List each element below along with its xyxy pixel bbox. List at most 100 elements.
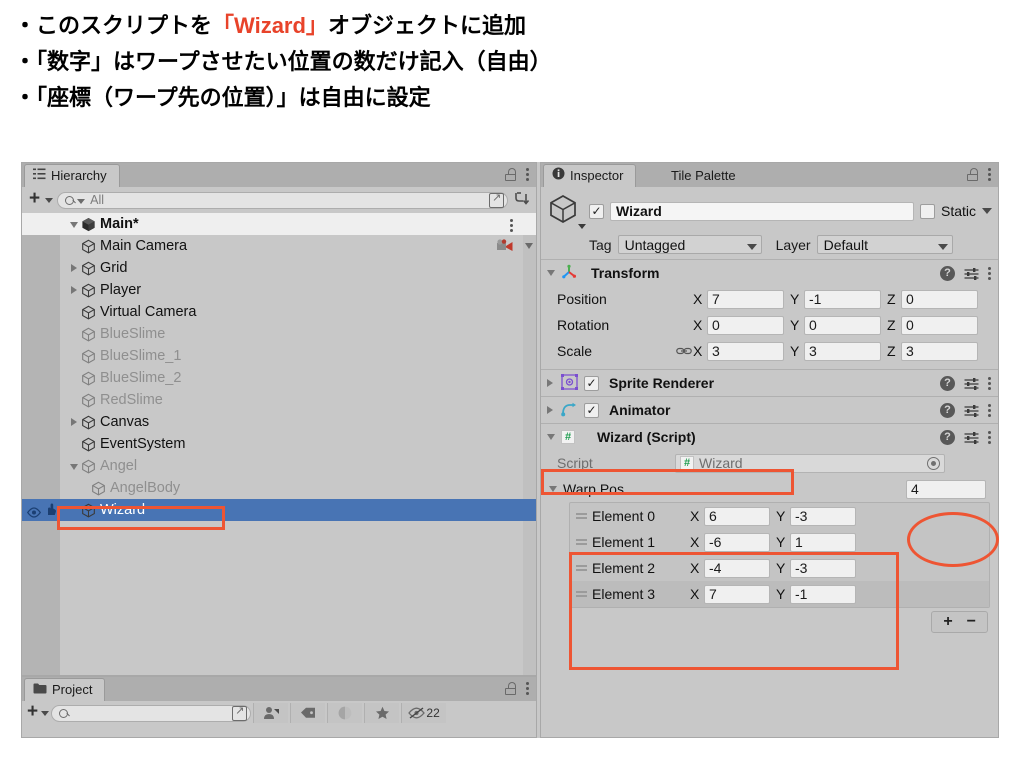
inspector-kebab-icon[interactable] [988, 166, 992, 183]
hierarchy-item-angel[interactable]: Angel [22, 455, 536, 477]
transform-scale-z-input[interactable]: 3 [901, 341, 978, 361]
hierarchy-item-blueslime-1[interactable]: BlueSlime_1 [22, 345, 536, 367]
static-chevron-down-icon[interactable] [982, 208, 992, 214]
hierarchy-item-grid[interactable]: Grid [22, 257, 536, 279]
project-add-button[interactable]: + [24, 702, 39, 724]
drag-handle-icon[interactable] [576, 563, 592, 574]
array-element-row[interactable]: Element 2 X -4 Y -3 [570, 555, 989, 581]
array-element-row[interactable]: Element 1 X -6 Y 1 [570, 529, 989, 555]
root-twisty-down-icon[interactable] [68, 213, 80, 235]
twisty-down-icon[interactable] [68, 455, 80, 477]
hierarchy-item-wizard[interactable]: Wizard [22, 499, 536, 521]
array-remove-button[interactable]: − [967, 613, 976, 631]
inspector-lock-icon[interactable] [967, 168, 978, 181]
twisty-right-icon[interactable] [68, 257, 80, 279]
array-element-row[interactable]: Element 3 X 7 Y -1 [570, 581, 989, 607]
pickability-hand-icon[interactable] [44, 502, 58, 517]
hierarchy-tree[interactable]: Main* Main Camera Grid Player Virtual Camer… [22, 213, 536, 675]
transform-rotation-z-input[interactable]: 0 [901, 315, 978, 335]
component-header[interactable]: ✓ Sprite Renderer? [541, 370, 998, 396]
script-twisty-down-icon[interactable] [547, 434, 555, 440]
component-enabled-checkbox[interactable]: ✓ [584, 375, 599, 391]
sort-icon[interactable] [512, 191, 532, 209]
script-object-field[interactable]: # Wizard [675, 453, 945, 473]
component-preset-icon[interactable] [964, 377, 979, 390]
project-search-expand-icon[interactable] [232, 704, 248, 721]
script-preset-icon[interactable] [964, 431, 979, 444]
hierarchy-item-player[interactable]: Player [22, 279, 536, 301]
project-search-input[interactable] [51, 704, 252, 722]
warp-pos-twisty-down-icon[interactable] [549, 486, 557, 492]
tab-hierarchy[interactable]: Hierarchy [24, 164, 120, 187]
transform-position-y-input[interactable]: -1 [804, 289, 881, 309]
hierarchy-root-row[interactable]: Main* [22, 213, 536, 235]
component-preset-icon[interactable] [964, 404, 979, 417]
gameobject-icon[interactable] [547, 193, 586, 229]
hierarchy-item-blueslime-2[interactable]: BlueSlime_2 [22, 367, 536, 389]
transform-header[interactable]: Transform ? [541, 260, 998, 286]
array-add-button[interactable]: + [943, 613, 952, 631]
hidden-assets-filter[interactable]: 22 [401, 703, 447, 723]
element-2-x-input[interactable]: -4 [704, 558, 770, 578]
project-kebab-icon[interactable] [526, 680, 530, 697]
element-2-y-input[interactable]: -3 [790, 558, 856, 578]
hierarchy-item-virtual-camera[interactable]: Virtual Camera [22, 301, 536, 323]
element-0-y-input[interactable]: -3 [790, 506, 856, 526]
uniform-scale-link-icon[interactable] [675, 344, 693, 359]
drag-handle-icon[interactable] [576, 589, 592, 600]
element-1-y-input[interactable]: 1 [790, 532, 856, 552]
hierarchy-search-input[interactable]: All [57, 191, 508, 209]
gameobject-name-input[interactable]: Wizard [610, 201, 914, 221]
element-3-x-input[interactable]: 7 [704, 584, 770, 604]
search-expand-icon[interactable] [489, 191, 504, 208]
wizard-script-header[interactable]: # Wizard (Script) ? [541, 424, 998, 450]
project-chevron-down-icon[interactable] [41, 710, 50, 716]
root-kebab-icon[interactable] [510, 217, 514, 234]
twisty-right-icon[interactable] [68, 411, 80, 433]
hierarchy-item-main-camera[interactable]: Main Camera [22, 235, 536, 257]
visibility-eye-icon[interactable] [26, 503, 42, 518]
transform-position-x-input[interactable]: 7 [707, 289, 784, 309]
script-kebab-icon[interactable] [988, 429, 992, 446]
hierarchy-item-blueslime[interactable]: BlueSlime [22, 323, 536, 345]
component-help-icon[interactable]: ? [940, 402, 955, 418]
transform-kebab-icon[interactable] [988, 265, 992, 282]
transform-scale-x-input[interactable]: 3 [707, 341, 784, 361]
component-kebab-icon[interactable] [988, 375, 992, 392]
script-object-picker-icon[interactable] [927, 456, 940, 470]
tag-dropdown[interactable]: Untagged [617, 235, 762, 254]
drag-handle-icon[interactable] [576, 511, 592, 522]
component-kebab-icon[interactable] [988, 402, 992, 419]
warp-pos-array-row[interactable]: Warp Pos 4 [541, 476, 998, 502]
component-twisty-right-icon[interactable] [547, 406, 553, 414]
search-scope-chevron-icon[interactable] [77, 198, 86, 204]
preset-icon[interactable] [964, 267, 979, 280]
element-3-y-input[interactable]: -1 [790, 584, 856, 604]
component-enabled-checkbox[interactable]: ✓ [584, 402, 599, 418]
layer-dropdown[interactable]: Default [816, 235, 953, 254]
warp-pos-size-input[interactable]: 4 [906, 479, 986, 499]
component-header[interactable]: ✓ Animator? [541, 397, 998, 423]
hierarchy-item-redslime[interactable]: RedSlime [22, 389, 536, 411]
tab-tile-palette[interactable]: Tile Palette [663, 165, 748, 187]
element-0-x-input[interactable]: 6 [704, 506, 770, 526]
element-1-x-input[interactable]: -6 [704, 532, 770, 552]
transform-rotation-y-input[interactable]: 0 [804, 315, 881, 335]
favorite-filter-icon[interactable] [364, 703, 400, 723]
label-filter-icon[interactable] [290, 703, 326, 723]
help-icon[interactable]: ? [940, 265, 955, 281]
twisty-right-icon[interactable] [68, 279, 80, 301]
transform-rotation-x-input[interactable]: 0 [707, 315, 784, 335]
static-checkbox[interactable] [919, 203, 935, 219]
transform-twisty-down-icon[interactable] [547, 270, 555, 276]
hierarchy-item-angelbody[interactable]: AngelBody [22, 477, 536, 499]
array-element-row[interactable]: Element 0 X 6 Y -3 [570, 503, 989, 529]
project-lock-icon[interactable] [505, 682, 516, 695]
tab-project[interactable]: Project [24, 678, 106, 701]
script-help-icon[interactable]: ? [940, 429, 955, 445]
component-twisty-right-icon[interactable] [547, 379, 553, 387]
lock-icon[interactable] [505, 168, 516, 181]
kebab-icon[interactable] [526, 166, 530, 183]
hierarchy-item-eventsystem[interactable]: EventSystem [22, 433, 536, 455]
drag-handle-icon[interactable] [576, 537, 592, 548]
